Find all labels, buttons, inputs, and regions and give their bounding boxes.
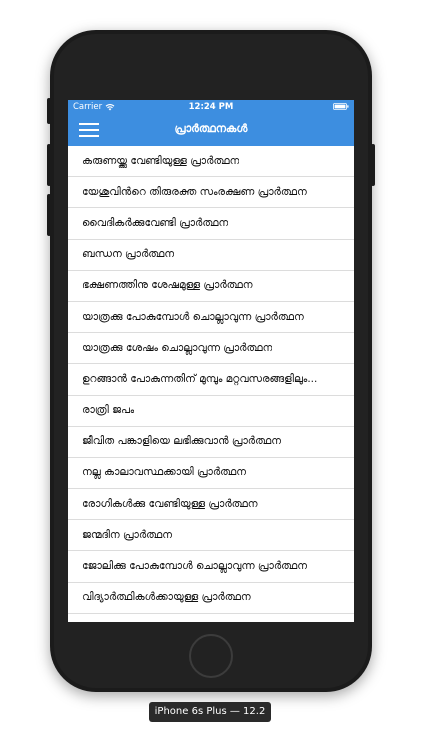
list-item-label: ഭക്ഷണത്തിനു ശേഷമുള്ള പ്രാർത്ഥന xyxy=(82,279,253,292)
list-item-label: രാത്രി ജപം xyxy=(82,404,135,417)
list-item-label: വൈദികർക്കുവേണ്ടി പ്രാർത്ഥന xyxy=(82,216,229,229)
list-item[interactable]: യേശുവിൻറെ തിരുരക്ത സംരക്ഷണ പ്രാർത്ഥന xyxy=(68,177,354,209)
list-item[interactable]: ജോലിക്കു പോകുമ്പോൾ ചൊല്ലാവുന്ന പ്രാർത്ഥന xyxy=(68,551,354,583)
list-item[interactable]: യാത്രക്കു പോകുമ്പോൾ ചൊല്ലാവുന്ന പ്രാർത്ഥ… xyxy=(68,302,354,334)
app-screen: Carrier 12:24 PM പ്രാർത്ഥനകൾ കരുണയ്ക്കു … xyxy=(68,100,354,622)
list-item[interactable]: വിദ്യാർത്ഥികൾക്കായുള്ള പ്രാർത്ഥന xyxy=(68,583,354,614)
list-item-label: നല്ല കാലാവസ്ഥക്കായി പ്രാർത്ഥന xyxy=(82,466,247,479)
hamburger-menu-icon[interactable] xyxy=(78,121,100,139)
list-item-label: ഉറങ്ങാൻ പോകുന്നതിന് മുമ്പും മറ്റവസരങ്ങളി… xyxy=(82,372,318,385)
list-item-label: യേശുവിൻറെ തിരുരക്ത സംരക്ഷണ പ്രാർത്ഥന xyxy=(82,185,307,198)
list-item[interactable]: ബന്ധന പ്രാർത്ഥന xyxy=(68,240,354,271)
navigation-bar: പ്രാർത്ഥനകൾ xyxy=(68,114,354,146)
prayer-list: കരുണയ്ക്കു വേണ്ടിയുള്ള പ്രാർത്ഥന യേശുവിൻ… xyxy=(68,146,354,614)
list-item[interactable]: ഭക്ഷണത്തിനു ശേഷമുള്ള പ്രാർത്ഥന xyxy=(68,271,354,302)
home-button[interactable] xyxy=(189,634,233,678)
list-item[interactable]: കരുണയ്ക്കു വേണ്ടിയുള്ള പ്രാർത്ഥന xyxy=(68,146,354,178)
status-bar: Carrier 12:24 PM xyxy=(68,100,354,114)
list-item[interactable]: ഉറങ്ങാൻ പോകുന്നതിന് മുമ്പും മറ്റവസരങ്ങളി… xyxy=(68,364,354,396)
volume-down-button xyxy=(47,194,51,236)
list-item[interactable]: ജീവിത പങ്കാളിയെ ലഭിക്കുവാൻ പ്രാർത്ഥന xyxy=(68,427,354,458)
list-item-label: ജന്മദിന പ്രാർത്ഥന xyxy=(82,528,173,541)
mute-switch xyxy=(47,98,51,124)
status-time: 12:24 PM xyxy=(188,102,234,112)
list-item-label: ജീവിത പങ്കാളിയെ ലഭിക്കുവാൻ പ്രാർത്ഥന xyxy=(82,435,281,448)
list-item-label: വിദ്യാർത്ഥികൾക്കായുള്ള പ്രാർത്ഥന xyxy=(82,591,251,604)
list-item[interactable]: രാത്രി ജപം xyxy=(68,396,354,427)
list-item-label: കരുണയ്ക്കു വേണ്ടിയുള്ള പ്രാർത്ഥന xyxy=(82,154,240,167)
simulator-device-label: iPhone 6s Plus — 12.2 xyxy=(149,702,271,722)
list-item-label: രോഗികൾക്കു വേണ്ടിയുള്ള പ്രാർത്ഥന xyxy=(82,497,258,510)
list-item-label: ബന്ധന പ്രാർത്ഥന xyxy=(82,248,175,261)
list-item-label: യാത്രക്കു പോകുമ്പോൾ ചൊല്ലാവുന്ന പ്രാർത്ഥ… xyxy=(82,310,304,323)
power-button xyxy=(371,144,375,186)
battery-icon xyxy=(333,103,349,110)
list-item[interactable]: വൈദികർക്കുവേണ്ടി പ്രാർത്ഥന xyxy=(68,208,354,240)
list-item-label: ജോലിക്കു പോകുമ്പോൾ ചൊല്ലാവുന്ന പ്രാർത്ഥന xyxy=(82,560,308,573)
list-item-label: യാത്രക്കു ശേഷം ചൊല്ലാവുന്ന പ്രാർത്ഥന xyxy=(82,341,273,354)
volume-up-button xyxy=(47,144,51,186)
list-item[interactable]: യാത്രക്കു ശേഷം ചൊല്ലാവുന്ന പ്രാർത്ഥന xyxy=(68,333,354,365)
list-item[interactable]: നല്ല കാലാവസ്ഥക്കായി പ്രാർത്ഥന xyxy=(68,458,354,490)
list-item[interactable]: ജന്മദിന പ്രാർത്ഥന xyxy=(68,520,354,552)
list-item[interactable]: രോഗികൾക്കു വേണ്ടിയുള്ള പ്രാർത്ഥന xyxy=(68,489,354,521)
page-title: പ്രാർത്ഥനകൾ xyxy=(174,122,248,135)
